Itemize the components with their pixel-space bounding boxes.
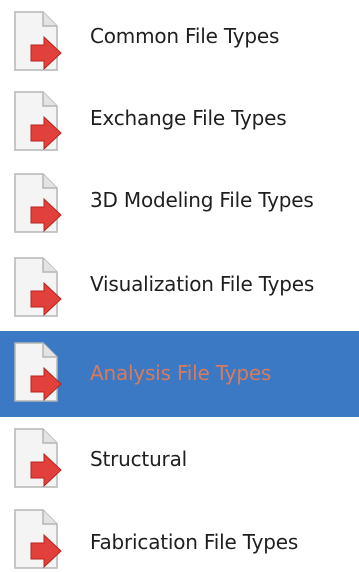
file-export-icon [14,11,62,71]
file-export-icon [14,257,62,317]
menu-item-visualization-file-types[interactable]: Visualization File Types [0,246,359,328]
menu-item-structural[interactable]: Structural [0,417,359,499]
menu-item-fabrication-file-types[interactable]: Fabrication File Types [0,502,359,571]
menu-item-label: 3D Modeling File Types [90,188,314,212]
menu-item-common-file-types[interactable]: Common File Types [0,0,359,82]
menu-item-exchange-file-types[interactable]: Exchange File Types [0,80,359,162]
file-type-menu: Common File Types Exchange File Types 3D… [0,0,359,571]
file-export-icon [14,509,62,569]
menu-item-label: Common File Types [90,24,280,48]
menu-item-label: Exchange File Types [90,106,287,130]
menu-item-label: Fabrication File Types [90,530,299,554]
menu-item-label: Analysis File Types [90,361,272,385]
file-export-icon [14,173,62,233]
menu-item-3d-modeling-file-types[interactable]: 3D Modeling File Types [0,162,359,244]
file-export-icon [14,428,62,488]
menu-item-label: Visualization File Types [90,272,315,296]
menu-item-analysis-file-types[interactable]: Analysis File Types [0,331,359,417]
file-export-icon [14,342,62,402]
file-export-icon [14,91,62,151]
menu-item-label: Structural [90,447,187,471]
